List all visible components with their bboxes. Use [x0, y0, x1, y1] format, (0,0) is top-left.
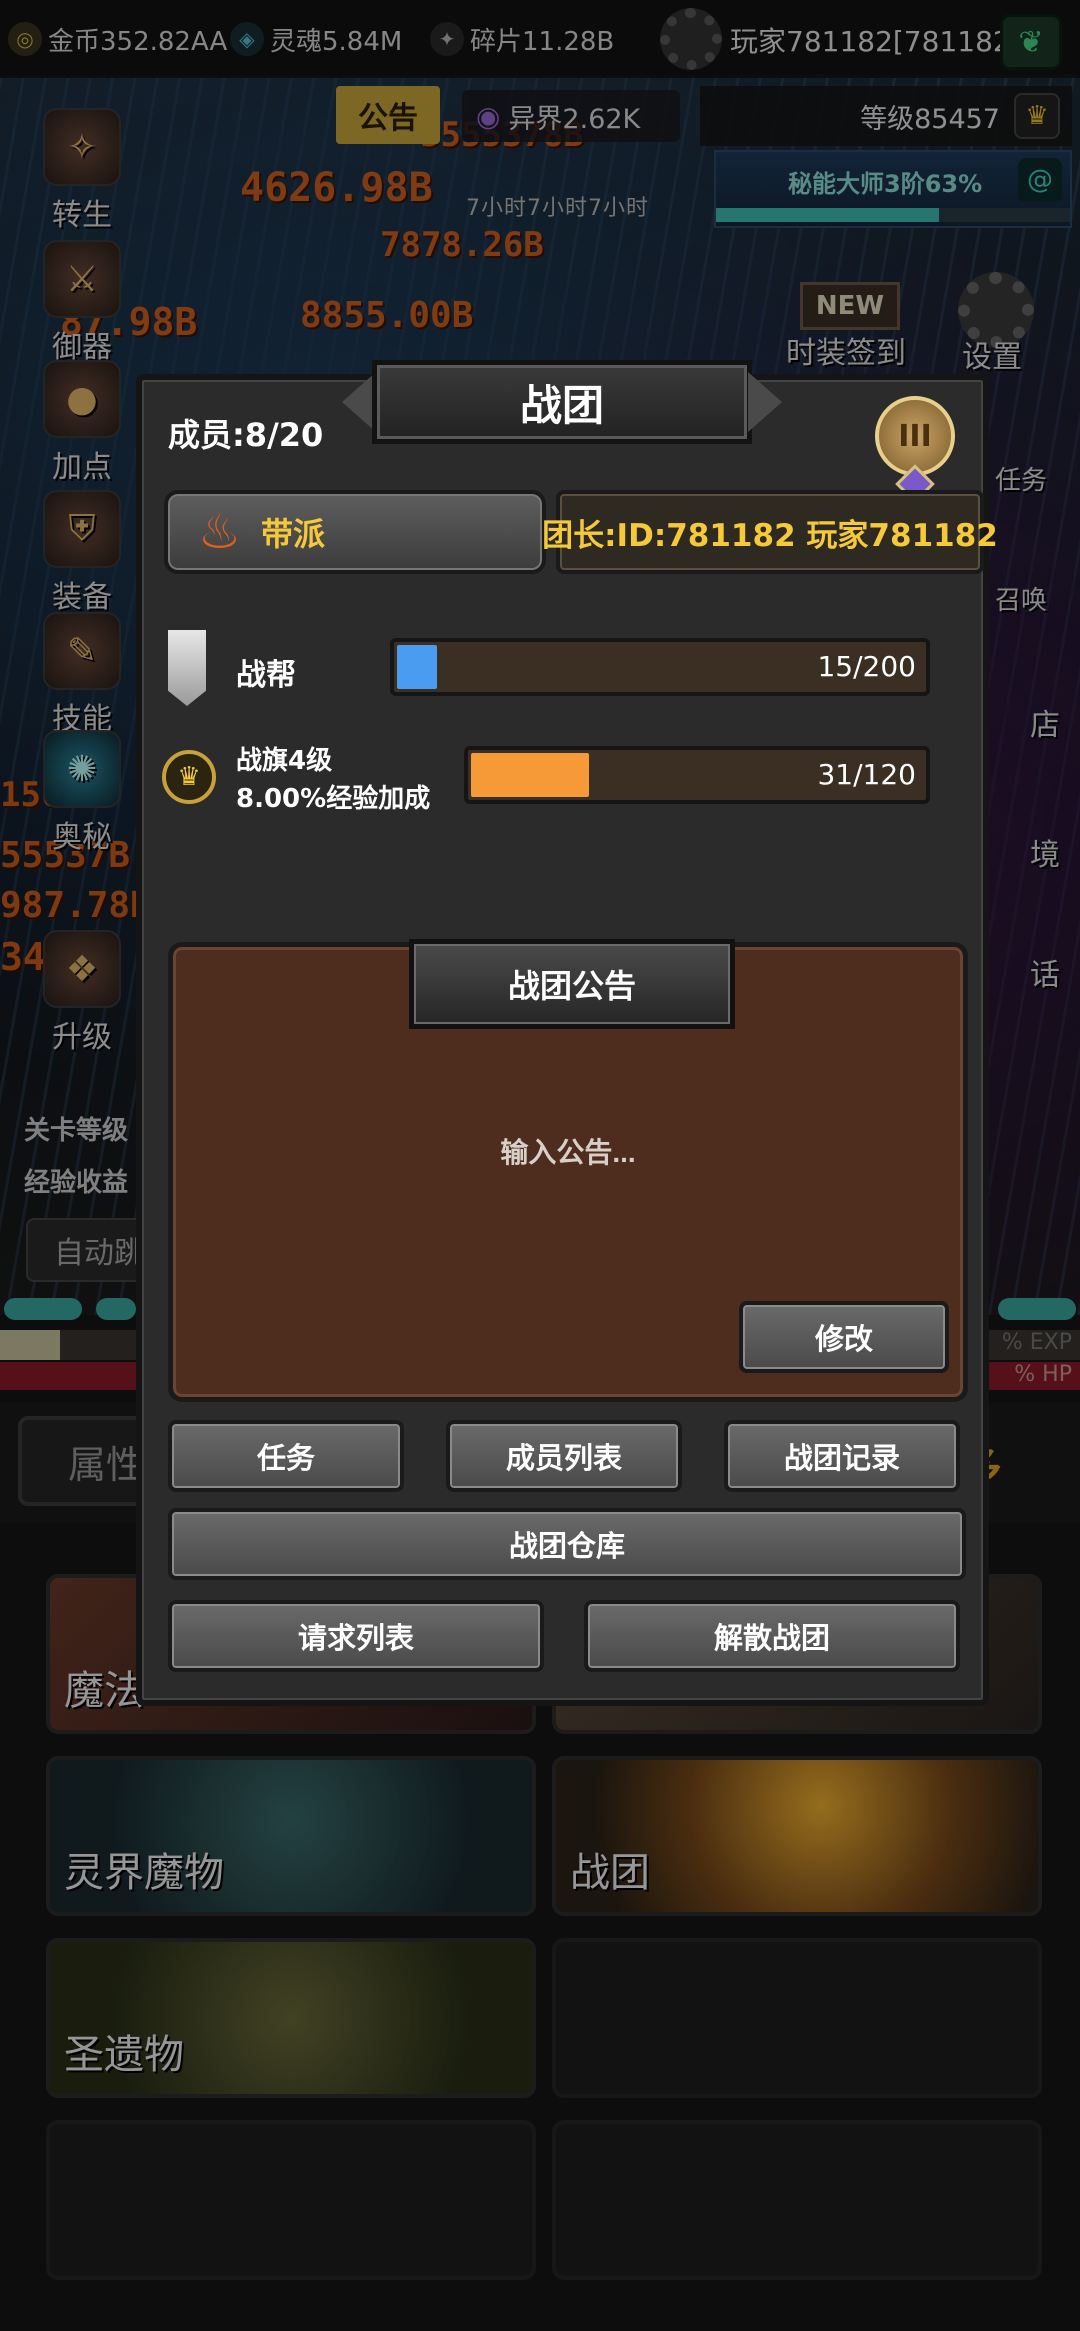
flag-progress-bar: 31/120	[464, 746, 930, 804]
member-count: 成员:8/20	[168, 416, 324, 454]
crown-icon: ♛	[162, 750, 216, 804]
guild-leader: 团长:ID:781182 玩家781182	[542, 490, 998, 574]
edit-notice-button[interactable]: 修改	[739, 1301, 949, 1373]
guild-notice-board: 战团公告 修改	[168, 939, 968, 1402]
gang-progress-value: 15/200	[817, 650, 916, 683]
banner-icon	[168, 630, 206, 706]
guild-task-button[interactable]: 任务	[168, 1420, 404, 1492]
gang-label: 战帮	[236, 658, 296, 693]
request-list-button[interactable]: 请求列表	[168, 1600, 544, 1672]
guild-title: 战团	[372, 360, 752, 444]
guild-dialog: 战团 成员:8/20 III ♨ 带派 团长:ID:781182 玩家78118…	[136, 360, 998, 1706]
guild-storage-button[interactable]: 战团仓库	[168, 1508, 966, 1580]
gang-progress-bar: 15/200	[390, 638, 930, 696]
disband-guild-button[interactable]: 解散战团	[584, 1600, 960, 1672]
flag-info: 战旗4级 8.00%经验加成	[236, 742, 430, 818]
flag-level: 战旗4级	[236, 746, 333, 776]
faction-button[interactable]: ♨ 带派	[164, 490, 546, 574]
gang-progress-fill	[397, 645, 437, 689]
flame-icon: ♨	[198, 504, 242, 560]
title-cap-left	[342, 372, 376, 432]
notice-board-title: 战团公告	[409, 939, 735, 1029]
notice-input[interactable]	[173, 1137, 963, 1169]
guild-title-plate: 战团	[342, 348, 782, 458]
faction-name: 带派	[261, 515, 326, 553]
guild-record-button[interactable]: 战团记录	[724, 1420, 960, 1492]
flag-progress-value: 31/120	[817, 758, 916, 791]
flag-bonus: 8.00%经验加成	[236, 784, 431, 814]
guild-rank-badge[interactable]: III	[867, 388, 963, 504]
title-cap-right	[748, 372, 782, 432]
member-list-button[interactable]: 成员列表	[446, 1420, 682, 1492]
flag-progress-fill	[471, 753, 590, 797]
